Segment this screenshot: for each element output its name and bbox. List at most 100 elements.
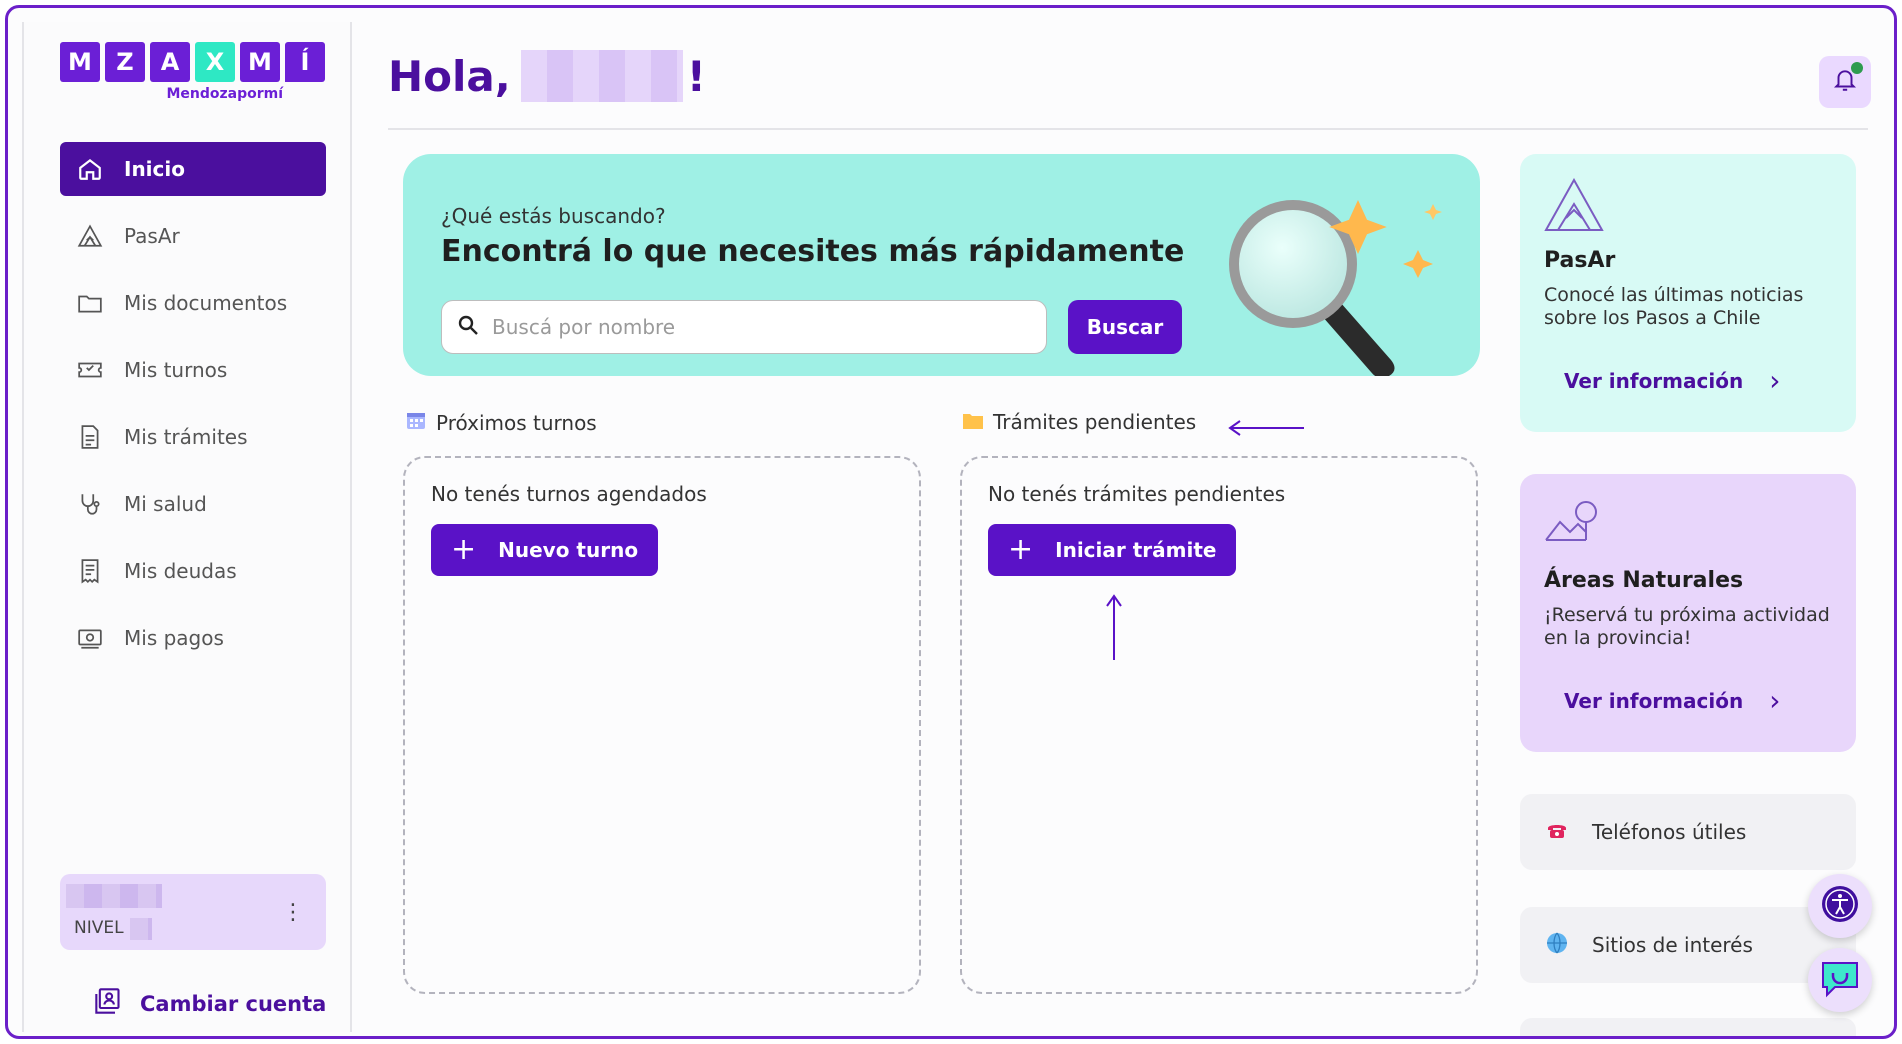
logo-letter: Í [285,42,325,82]
logo-subtitle: Mendozapormí [166,86,283,102]
money-icon [76,624,104,652]
logo[interactable]: M Z A X M Í Mendozapormí [60,42,325,102]
mountain-icon [76,222,104,250]
switch-account-label: Cambiar cuenta [140,991,327,1016]
redacted-level [130,918,152,940]
useful-phones-item[interactable]: Teléfonos útiles [1520,794,1856,870]
home-icon [76,155,104,183]
sidebar-item-label: Mis turnos [124,358,228,382]
accessibility-icon [1820,884,1860,928]
sidebar-item-label: Mis documentos [124,291,288,315]
empty-appointments-text: No tenés turnos agendados [431,482,707,506]
user-level: NIVEL [74,918,124,938]
sidebar-item-label: Mis deudas [124,559,237,583]
sidebar-item-turnos[interactable]: Mis turnos [60,343,326,397]
card-title: PasAr [1544,248,1616,273]
sidebar-item-deudas[interactable]: Mis deudas [60,544,326,598]
appointments-panel: No tenés turnos agendados + Nuevo turno [403,456,921,994]
card-description: ¡Reservá tu próxima actividad en la prov… [1544,604,1830,649]
sidebar-item-salud[interactable]: Mi salud [60,477,326,531]
receipt-icon [76,557,104,585]
pasar-info-link[interactable]: Ver información › [1564,364,1780,397]
document-icon [76,423,104,451]
sidebar-nav: Inicio PasAr Mis documentos Mis turnos M… [60,142,326,678]
button-label: Iniciar trámite [1055,538,1217,562]
annotation-arrow-left [1228,420,1304,436]
search-button[interactable]: Buscar [1068,300,1182,354]
magnifier-illustration [1229,200,1442,376]
notifications-button[interactable] [1819,56,1871,108]
logo-letter: Z [105,42,145,82]
switch-account-icon [94,987,122,1020]
plus-icon: + [1008,532,1034,567]
search-icon [456,313,480,341]
areas-info-link[interactable]: Ver información › [1564,684,1780,717]
button-label: Nuevo turno [498,538,639,562]
sidebar-item-pasar[interactable]: PasAr [60,209,326,263]
header-divider [388,128,1868,130]
ticket-icon [76,356,104,384]
sidebar-item-label: Inicio [124,157,185,181]
pending-procedures-heading: Trámites pendientes [963,410,1196,434]
sidebar-item-tramites[interactable]: Mis trámites [60,410,326,464]
sidebar-item-pagos[interactable]: Mis pagos [60,611,326,665]
search-banner: ¿Qué estás buscando? Encontrá lo que nec… [403,154,1480,376]
sidebar-item-label: Mis trámites [124,425,248,449]
calendar-icon [406,410,426,435]
util-label: Sitios de interés [1592,933,1753,957]
greeting-text: Hola, [388,51,511,101]
link-label: Ver información [1564,368,1744,393]
natural-areas-card[interactable]: Áreas Naturales ¡Reservá tu próxima acti… [1520,474,1856,752]
logo-letter: M [60,42,100,82]
sidebar-item-documentos[interactable]: Mis documentos [60,276,326,330]
chat-assistant-button[interactable] [1808,948,1872,1012]
folder-icon [963,410,983,434]
section-label: Próximos turnos [436,410,597,435]
stethoscope-icon [76,490,104,518]
greeting-exclamation: ! [686,51,706,101]
search-title: Encontrá lo que necesites más rápidament… [441,234,1185,269]
card-title: Áreas Naturales [1544,568,1744,593]
switch-account-button[interactable]: Cambiar cuenta [94,987,326,1020]
user-card[interactable]: NIVEL ⋮ [60,874,326,950]
util-label: Teléfonos útiles [1592,820,1747,844]
more-options-icon[interactable]: ⋮ [282,900,304,925]
landscape-icon [1544,498,1600,548]
accessibility-button[interactable] [1808,874,1872,938]
empty-procedures-text: No tenés trámites pendientes [988,482,1286,506]
search-subtitle: ¿Qué estás buscando? [441,204,666,228]
chevron-right-icon: › [1769,684,1781,717]
logo-letter: M [240,42,280,82]
sidebar-item-inicio[interactable]: Inicio [60,142,326,196]
start-procedure-button[interactable]: + Iniciar trámite [988,524,1237,576]
folder-icon [76,289,104,317]
sites-of-interest-item[interactable]: Sitios de interés [1520,907,1856,983]
pasar-card[interactable]: PasAr Conocé las últimas noticias sobre … [1520,154,1856,432]
annotation-arrow-up [1106,594,1122,660]
chevron-right-icon: › [1769,364,1781,397]
sidebar-item-label: PasAr [124,224,180,248]
globe-icon [1546,932,1568,959]
plus-icon: + [451,532,477,567]
app-window: M Z A X M Í Mendozapormí Inicio PasAr Mi… [5,5,1897,1039]
new-appointment-button[interactable]: + Nuevo turno [431,524,659,576]
sidebar: M Z A X M Í Mendozapormí Inicio PasAr Mi… [22,22,352,1032]
notification-dot [1851,62,1863,74]
redacted-user-name [520,50,683,102]
link-label: Ver información [1564,688,1744,713]
section-label: Trámites pendientes [993,410,1197,434]
chat-bot-icon [1819,957,1861,1003]
upcoming-appointments-heading: Próximos turnos [406,410,597,435]
search-input[interactable] [492,315,1032,339]
more-utilities-item[interactable] [1520,1018,1856,1036]
procedures-panel: No tenés trámites pendientes + Iniciar t… [960,456,1478,994]
sidebar-item-label: Mis pagos [124,626,224,650]
logo-letter: X [195,42,235,82]
mountain-icon [1544,177,1604,236]
card-description: Conocé las últimas noticias sobre los Pa… [1544,284,1804,329]
sidebar-item-label: Mi salud [124,492,207,516]
search-field[interactable] [441,300,1047,354]
logo-letter: A [150,42,190,82]
page-title: Hola, ! [388,50,706,102]
phone-icon [1546,820,1568,845]
